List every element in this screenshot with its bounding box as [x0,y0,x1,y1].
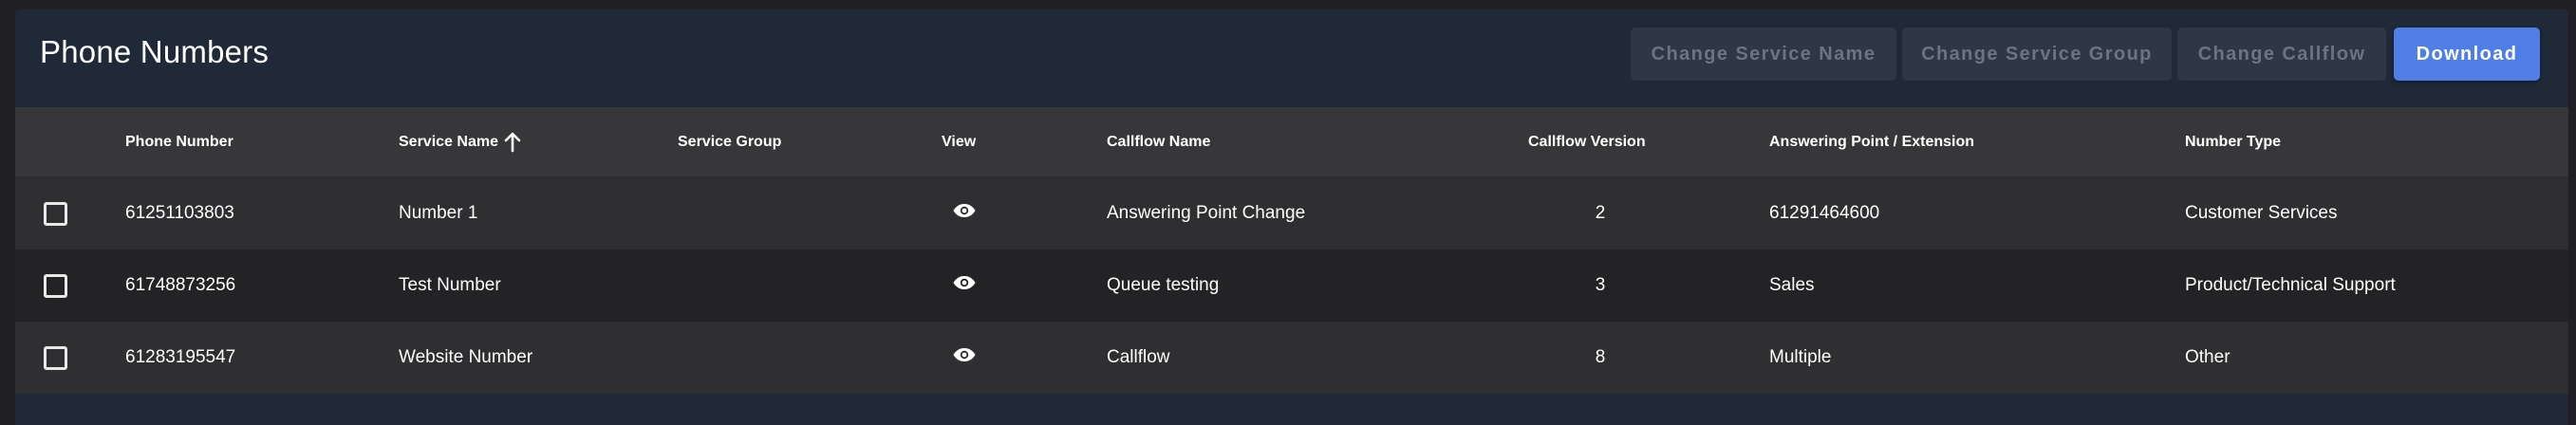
eye-icon[interactable] [953,347,976,368]
table-row[interactable]: 61283195547 Website Number Callflow 8 Mu… [15,322,2568,394]
answering-point-cell: 61291464600 [1769,203,1880,223]
change-service-group-button[interactable]: Change Service Group [1902,28,2172,81]
callflow-name-cell: Queue testing [1107,275,1220,295]
column-header-answering-point[interactable]: Answering Point / Extension [1769,107,1974,176]
row-checkbox[interactable] [44,273,67,298]
download-button[interactable]: Download [2394,28,2540,81]
phone-numbers-panel: Phone Numbers Change Service Name Change… [15,9,2568,425]
column-header-service-name-label: Service Name [399,133,498,150]
callflow-name-cell: Callflow [1107,347,1170,367]
number-type-cell: Product/Technical Support [2185,275,2396,295]
table-header-row: Phone Number Service Name Service Group … [15,107,2568,177]
callflow-version-cell: 2 [1595,203,1606,223]
change-service-name-button[interactable]: Change Service Name [1631,28,1896,81]
eye-icon[interactable] [953,275,976,296]
arrow-up-icon[interactable] [503,132,522,153]
table-row[interactable]: 61251103803 Number 1 Answering Point Cha… [15,177,2568,249]
row-checkbox[interactable] [44,345,67,370]
answering-point-cell: Multiple [1769,347,1832,367]
column-header-phone-number[interactable]: Phone Number [125,107,233,176]
column-header-callflow-version[interactable]: Callflow Version [1528,107,1646,176]
service-name-cell: Website Number [399,347,533,367]
phone-number-cell: 61251103803 [125,203,234,223]
phone-numbers-table: Phone Number Service Name Service Group … [15,107,2568,394]
column-header-number-type[interactable]: Number Type [2185,107,2281,176]
change-callflow-button[interactable]: Change Callflow [2177,28,2386,81]
service-name-cell: Test Number [399,275,501,295]
phone-number-cell: 61283195547 [125,347,236,367]
callflow-name-cell: Answering Point Change [1107,203,1306,223]
answering-point-cell: Sales [1769,275,1815,295]
column-header-callflow-name[interactable]: Callflow Name [1107,107,1210,176]
number-type-cell: Other [2185,347,2231,367]
table-row[interactable]: 61748873256 Test Number Queue testing 3 … [15,249,2568,322]
row-checkbox[interactable] [44,201,67,226]
eye-icon[interactable] [953,203,976,224]
column-header-service-name[interactable]: Service Name [399,107,522,176]
page-title: Phone Numbers [40,34,270,69]
callflow-version-cell: 8 [1595,347,1606,367]
column-header-view: View [942,133,977,150]
column-header-service-group[interactable]: Service Group [678,107,781,176]
service-name-cell: Number 1 [399,203,478,223]
phone-number-cell: 61748873256 [125,275,236,295]
number-type-cell: Customer Services [2185,203,2338,223]
callflow-version-cell: 3 [1595,275,1606,295]
